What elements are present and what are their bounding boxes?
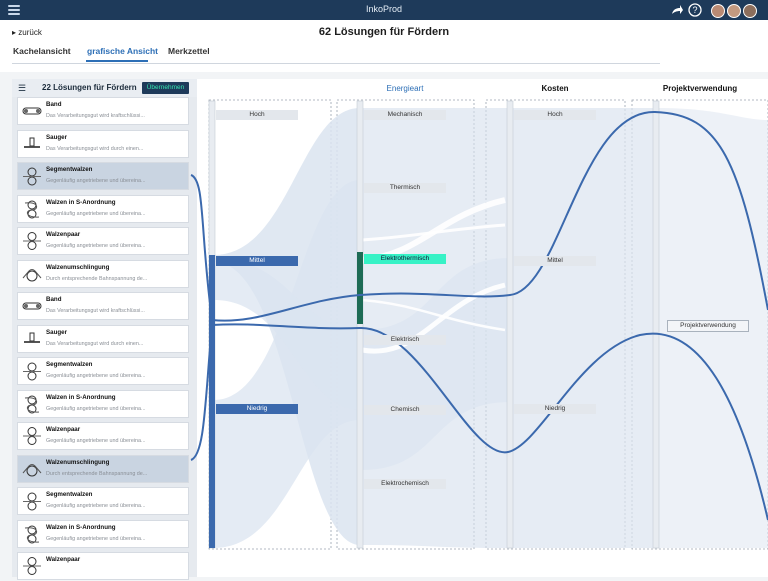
node-elektrochemisch[interactable]: Elektrochemisch	[364, 479, 446, 489]
axis-bar-projekt	[652, 100, 660, 549]
node-mechanisch[interactable]: Mechanisch	[364, 110, 446, 120]
axis-bar-energieart	[356, 100, 364, 549]
column-header-energieart[interactable]: Energieart	[365, 84, 445, 93]
node-mittel[interactable]: Mittel	[216, 256, 298, 266]
node-elektrisch[interactable]: Elektrisch	[364, 335, 446, 345]
node-kosten-hoch[interactable]: Hoch	[514, 110, 596, 120]
node-elektrothermisch[interactable]: Elektrothermisch	[364, 254, 446, 264]
node-niedrig[interactable]: Niedrig	[216, 404, 298, 414]
node-thermisch[interactable]: Thermisch	[364, 183, 446, 193]
node-kosten-niedrig[interactable]: Niedrig	[514, 404, 596, 414]
node-projektverwendung[interactable]: Projektverwendung	[667, 320, 749, 332]
column-header-projektverwendung[interactable]: Projektverwendung	[655, 84, 745, 93]
node-kosten-mittel[interactable]: Mittel	[514, 256, 596, 266]
axis-bar-kosten	[506, 100, 514, 549]
axis-segment-elektrothermisch	[357, 252, 363, 324]
node-chemisch[interactable]: Chemisch	[364, 405, 446, 415]
flow-ribbon	[512, 108, 656, 548]
node-hoch[interactable]: Hoch	[216, 110, 298, 120]
column-header-kosten[interactable]: Kosten	[515, 84, 595, 93]
